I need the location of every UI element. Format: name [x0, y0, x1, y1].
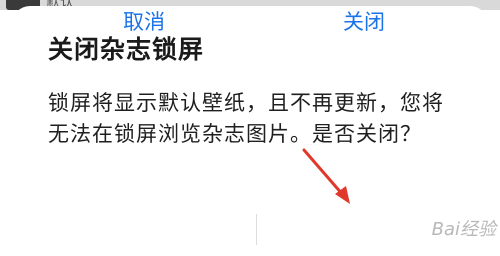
cancel-button[interactable]: 取消 — [123, 6, 165, 36]
dialog-message: 锁屏将显示默认壁纸，且不再更新，您将无法在锁屏浏览杂志图片。是否关闭？ — [48, 91, 444, 146]
close-button[interactable]: 关闭 — [343, 6, 385, 36]
watermark: Bai经验 — [431, 219, 496, 240]
button-divider — [256, 214, 257, 245]
